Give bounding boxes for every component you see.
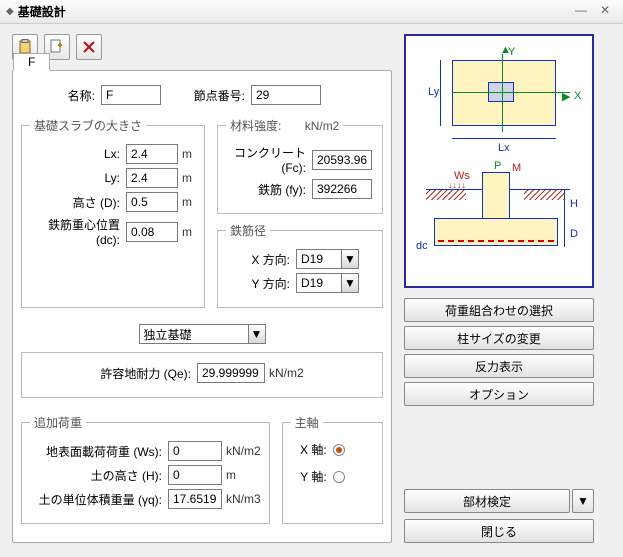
member-check-dropdown[interactable]: ▼ — [572, 489, 594, 513]
ws-label: 地表面載荷荷重 (Ws): — [30, 443, 168, 460]
rebar-x-dropdown[interactable]: ▼ — [341, 249, 359, 269]
rebar-y-label: Y 方向: — [226, 275, 296, 292]
lx-label: Lx: — [30, 147, 126, 161]
window-title: 基礎設計 — [18, 3, 66, 20]
rebar-legend: 鉄筋径 — [226, 222, 270, 239]
h-label: 土の高さ (H): — [30, 467, 168, 484]
qe-label: 許容地耐力 (Qe): — [100, 365, 197, 382]
h-input[interactable] — [168, 465, 222, 485]
new-doc-icon — [49, 39, 65, 55]
fy-label: 鉄筋 (fy): — [226, 181, 312, 198]
tab-label: F — [28, 55, 35, 69]
axis-x-label: X 軸: — [291, 441, 333, 458]
dc-label: 鉄筋重心位置(dc): — [30, 216, 126, 247]
foundation-type-value: 独立基礎 — [139, 324, 249, 344]
lx-input[interactable] — [126, 144, 178, 164]
rebar-x-label: X 方向: — [226, 251, 296, 268]
node-label: 節点番号: — [161, 87, 251, 104]
rebar-x-value: D19 — [296, 249, 342, 269]
gq-input[interactable] — [168, 489, 222, 509]
name-label: 名称: — [21, 87, 101, 104]
d-input[interactable] — [126, 192, 178, 212]
foundation-type-dropdown[interactable]: ▼ — [248, 324, 266, 344]
qe-input[interactable] — [197, 363, 265, 383]
option-button[interactable]: オプション — [404, 382, 594, 406]
close-button[interactable]: 閉じる — [404, 519, 594, 543]
dc-unit: m — [182, 225, 192, 239]
name-input[interactable] — [101, 85, 161, 105]
axis-x-radio[interactable] — [333, 444, 345, 456]
d-unit: m — [182, 195, 192, 209]
dc-input[interactable] — [126, 222, 178, 242]
ws-input[interactable] — [168, 441, 222, 461]
axis-legend: 主軸 — [291, 414, 323, 431]
rebar-y-value: D19 — [296, 273, 342, 293]
fc-label: コンクリート (Fc): — [226, 144, 312, 175]
close-window-button[interactable]: ✕ — [593, 3, 617, 21]
addload-legend: 追加荷重 — [30, 414, 86, 431]
app-icon: ◆ — [6, 6, 14, 17]
material-legend: 材料強度: — [230, 119, 281, 133]
foundation-diagram: ▲ Y My Mx ▶ X Cy Cx Ly Lx Ws P M — [404, 34, 594, 288]
h-unit: m — [226, 468, 236, 482]
delete-button[interactable] — [76, 34, 102, 60]
axis-y-label: Y 軸: — [291, 468, 333, 485]
fy-input[interactable] — [312, 179, 372, 199]
rebar-y-dropdown[interactable]: ▼ — [341, 273, 359, 293]
node-input[interactable] — [251, 85, 321, 105]
ly-input[interactable] — [126, 168, 178, 188]
lx-unit: m — [182, 147, 192, 161]
fc-input[interactable] — [312, 150, 372, 170]
ws-unit: kN/m2 — [226, 444, 261, 458]
qe-unit: kN/m2 — [269, 366, 304, 380]
d-label: 高さ (D): — [30, 194, 126, 211]
reaction-button[interactable]: 反力表示 — [404, 354, 594, 378]
ly-unit: m — [182, 171, 192, 185]
gq-unit: kN/m3 — [226, 492, 261, 506]
tab-f[interactable]: F — [13, 53, 50, 71]
slab-legend: 基礎スラブの大きさ — [30, 117, 146, 134]
gq-label: 土の単位体積重量 (γq): — [30, 491, 168, 508]
member-check-button[interactable]: 部材検定 — [404, 489, 570, 513]
axis-y-radio[interactable] — [333, 471, 345, 483]
column-size-button[interactable]: 柱サイズの変更 — [404, 326, 594, 350]
load-combo-button[interactable]: 荷重組合わせの選択 — [404, 298, 594, 322]
delete-icon — [81, 39, 97, 55]
minimize-button[interactable]: — — [569, 3, 593, 21]
material-unit: kN/m2 — [305, 119, 340, 133]
ly-label: Ly: — [30, 171, 126, 185]
